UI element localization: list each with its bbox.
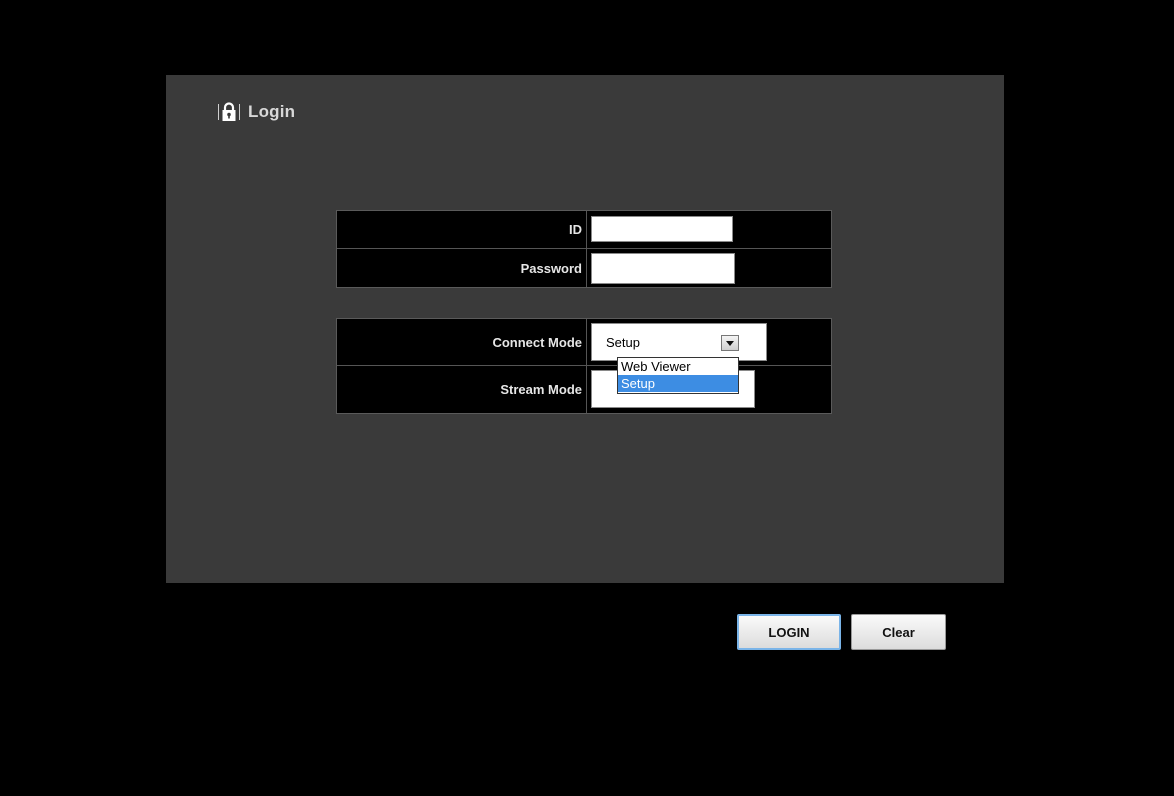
lock-icon-group xyxy=(218,101,240,123)
id-label: ID xyxy=(337,211,587,248)
stream-mode-label: Stream Mode xyxy=(337,366,587,413)
option-setup[interactable]: Setup xyxy=(618,375,738,392)
connect-mode-value: Setup xyxy=(606,335,640,350)
password-label: Password xyxy=(337,249,587,287)
login-panel: Login ID Password Connect Mode Setup Str… xyxy=(166,75,1004,583)
chevron-down-icon[interactable] xyxy=(721,335,739,351)
credentials-table: ID Password xyxy=(336,210,832,288)
password-row: Password xyxy=(337,249,831,287)
option-web-viewer[interactable]: Web Viewer xyxy=(618,358,738,375)
divider xyxy=(239,104,240,120)
id-input[interactable] xyxy=(591,216,733,242)
id-row: ID xyxy=(337,211,831,249)
panel-title: Login xyxy=(248,102,296,121)
login-button[interactable]: LOGIN xyxy=(737,614,841,650)
connect-mode-dropdown: Web Viewer Setup xyxy=(617,357,739,394)
lock-icon xyxy=(222,102,236,121)
connect-mode-select[interactable]: Setup xyxy=(591,323,767,361)
mode-table: Connect Mode Setup Stream Mode xyxy=(336,318,832,414)
connect-mode-row: Connect Mode Setup xyxy=(337,319,831,366)
divider xyxy=(218,104,219,120)
connect-mode-label: Connect Mode xyxy=(337,319,587,365)
clear-button[interactable]: Clear xyxy=(851,614,946,650)
panel-header: Login xyxy=(218,101,295,123)
password-input[interactable] xyxy=(591,253,735,284)
stream-mode-row: Stream Mode xyxy=(337,366,831,413)
